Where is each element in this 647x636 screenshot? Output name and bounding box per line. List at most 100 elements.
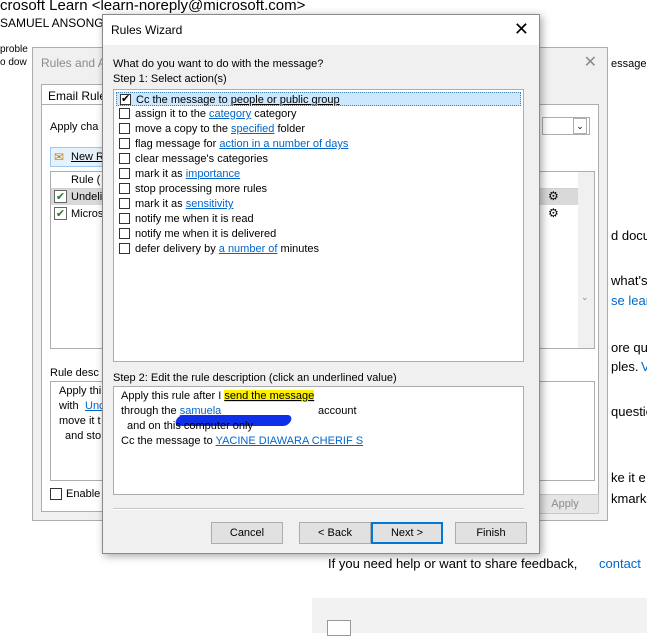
desc-line4-text: Cc the message to <box>121 435 216 447</box>
step2-label: Step 2: Edit the rule description (click… <box>113 372 397 384</box>
cancel-button[interactable]: Cancel <box>211 522 283 544</box>
bg-right-fragment: questio <box>611 404 647 419</box>
action-item[interactable]: mark it as importance <box>116 167 521 181</box>
apply-button[interactable]: Apply <box>531 494 599 514</box>
action-link[interactable]: people or public group <box>231 94 340 106</box>
action-link[interactable]: specified <box>231 123 274 135</box>
action-label: move a copy to the specified folder <box>135 122 305 136</box>
action-label: notify me when it is read <box>135 212 254 226</box>
action-checkbox[interactable] <box>119 198 130 209</box>
bg-right-link[interactable]: se lear <box>611 293 647 308</box>
desc-line2-text: through the <box>121 405 180 417</box>
apply-changes-label: Apply cha <box>50 121 99 133</box>
action-label: Cc the message to people or public group <box>136 93 340 107</box>
rule-name: Undeli <box>71 191 103 203</box>
action-label: mark it as importance <box>135 167 240 181</box>
bg-right-link[interactable]: V <box>641 359 647 374</box>
desc-line: move it t <box>59 415 101 427</box>
button-separator <box>113 508 524 510</box>
rule-options-icon[interactable]: ⚙ <box>548 189 559 203</box>
action-checkbox[interactable] <box>119 183 130 194</box>
action-link[interactable]: importance <box>186 168 240 180</box>
action-text: Cc the message to <box>136 94 231 106</box>
action-item[interactable]: clear message's categories <box>116 152 521 166</box>
action-checkbox[interactable] <box>119 213 130 224</box>
action-item[interactable]: assign it to the category category <box>116 107 521 121</box>
action-label: assign it to the category category <box>135 107 296 121</box>
action-label: mark it as sensitivity <box>135 197 233 211</box>
bg-right-fragment: ke it e <box>611 470 646 485</box>
enable-checkbox[interactable] <box>50 488 62 500</box>
action-text: notify me when it is read <box>135 213 254 225</box>
close-icon[interactable]: ✕ <box>514 19 529 40</box>
apply-changes-dropdown[interactable]: ⌄ <box>542 117 590 135</box>
footer-checkbox[interactable] <box>327 620 351 636</box>
scroll-down-icon[interactable]: ⌄ <box>581 292 589 303</box>
bg-left-fragment-1: proble <box>0 44 28 55</box>
rule-description-label: Rule desc <box>50 367 99 379</box>
enable-label: Enable <box>66 488 101 500</box>
action-text: flag message for <box>135 138 220 150</box>
action-label: defer delivery by a number of minutes <box>135 242 319 256</box>
action-item[interactable]: notify me when it is read <box>116 212 521 226</box>
action-item[interactable]: flag message for action in a number of d… <box>116 137 521 151</box>
action-checkbox[interactable] <box>120 92 131 106</box>
email-from: crosoft Learn <learn-noreply@microsoft.c… <box>0 0 306 14</box>
desc-line: and sto <box>65 430 102 442</box>
action-text: mark it as <box>135 198 186 210</box>
action-text: defer delivery by <box>135 243 219 255</box>
desc-line: with <box>59 400 79 412</box>
bg-right-fragment: ore qu <box>611 340 647 355</box>
action-checkbox[interactable] <box>119 168 130 179</box>
action-item[interactable]: Cc the message to people or public group <box>116 92 521 106</box>
action-item[interactable]: mark it as sensitivity <box>116 197 521 211</box>
bg-left-fragment-2: o dow <box>0 57 27 68</box>
action-checkbox[interactable] <box>119 138 130 149</box>
rule-options-icon[interactable]: ⚙ <box>548 206 559 220</box>
action-link[interactable]: action in a number of days <box>219 138 348 150</box>
wizard-titlebar: Rules Wizard ✕ <box>103 15 539 45</box>
bg-right-fragment: essage. <box>611 58 647 70</box>
action-checkbox[interactable] <box>119 153 130 164</box>
action-checkbox[interactable] <box>119 123 130 134</box>
send-message-link[interactable]: send the message <box>224 390 315 402</box>
desc-line3: and on this computer only <box>127 420 253 432</box>
next-button[interactable]: Next > <box>371 522 443 544</box>
bg-right-fragment: kmarks <box>611 491 647 506</box>
close-icon[interactable]: ✕ <box>584 52 597 72</box>
rule-checkbox[interactable]: ✔ <box>54 207 67 220</box>
action-checkbox[interactable] <box>119 228 130 239</box>
action-item[interactable]: notify me when it is delivered <box>116 227 521 241</box>
rule-checkbox[interactable]: ✔ <box>54 190 67 203</box>
new-rule-icon: ✉ <box>54 150 65 164</box>
feedback-contact-link[interactable]: contact <box>599 556 641 571</box>
desc-line2-post: account <box>318 405 357 417</box>
action-checkbox[interactable] <box>119 243 130 254</box>
action-text: mark it as <box>135 168 186 180</box>
actions-list[interactable]: Cc the message to people or public group… <box>113 89 524 362</box>
new-rule-button[interactable]: ✉ New R <box>50 147 110 167</box>
action-link[interactable]: category <box>209 108 251 120</box>
finish-button[interactable]: Finish <box>455 522 527 544</box>
bg-right-fragment: ples. <box>611 359 639 374</box>
bg-right-fragment: what's <box>611 273 647 288</box>
action-text: stop processing more rules <box>135 183 268 195</box>
action-item[interactable]: defer delivery by a number of minutes <box>116 242 521 256</box>
action-link[interactable]: a number of <box>219 243 278 255</box>
chevron-down-icon[interactable]: ⌄ <box>573 118 587 134</box>
new-rule-label: New R <box>71 151 105 163</box>
column-rule: Rule ( <box>71 174 101 186</box>
desc-line: Apply thi <box>59 385 102 397</box>
action-link[interactable]: sensitivity <box>186 198 234 210</box>
action-checkbox[interactable] <box>119 108 130 119</box>
rules-list-scrollbar[interactable]: ⌄ <box>578 172 594 348</box>
wizard-question: What do you want to do with the message? <box>113 58 324 70</box>
action-label: flag message for action in a number of d… <box>135 137 348 151</box>
back-button[interactable]: < Back <box>299 522 371 544</box>
recipient-link[interactable]: YACINE DIAWARA CHERIF S <box>216 435 364 447</box>
bg-right-fragment: d docu <box>611 228 647 243</box>
action-item[interactable]: move a copy to the specified folder <box>116 122 521 136</box>
feedback-text: If you need help or want to share feedba… <box>328 556 578 571</box>
action-text: notify me when it is delivered <box>135 228 277 240</box>
action-item[interactable]: stop processing more rules <box>116 182 521 196</box>
